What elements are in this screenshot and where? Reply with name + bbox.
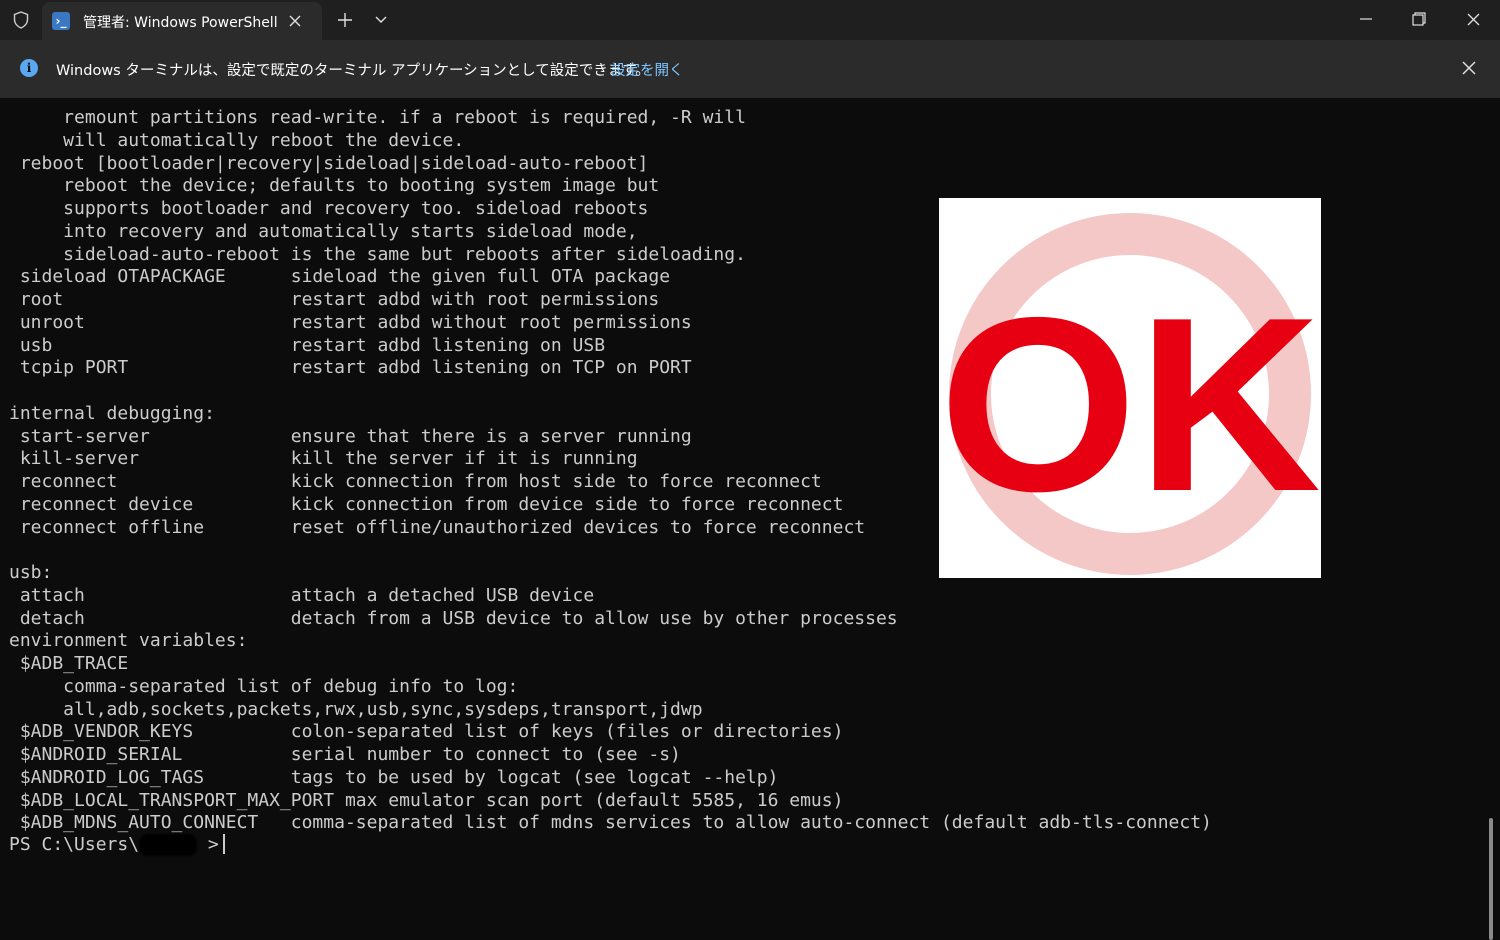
ok-stamp-image: OK xyxy=(939,198,1321,578)
restore-button[interactable] xyxy=(1404,6,1434,32)
terminal-line: comma-separated list of debug info to lo… xyxy=(9,675,519,697)
powershell-icon: ›_ xyxy=(52,12,70,30)
chevron-down-icon xyxy=(375,16,387,23)
terminal-line: attach attach a detached USB device xyxy=(9,584,595,606)
minimize-icon xyxy=(1360,18,1372,20)
default-terminal-infobar: i Windows ターミナルは、設定で既定のターミナル アプリケーションとして… xyxy=(0,40,1500,98)
text-cursor xyxy=(222,834,225,854)
close-window-button[interactable] xyxy=(1458,6,1488,32)
terminal-line: reboot the device; defaults to booting s… xyxy=(9,175,660,197)
tab-powershell[interactable]: ›_ 管理者: Windows PowerShell xyxy=(42,2,322,40)
close-icon xyxy=(1467,13,1479,25)
tab-title: 管理者: Windows PowerShell xyxy=(83,15,278,31)
open-settings-link[interactable]: 設定を開く xyxy=(611,59,684,80)
terminal-line: all,adb,sockets,packets,rwx,usb,sync,sys… xyxy=(9,698,703,720)
minimize-button[interactable] xyxy=(1351,6,1381,32)
terminal-line: $ANDROID_LOG_TAGS tags to be used by log… xyxy=(9,766,779,788)
terminal-line: reboot [bootloader|recovery|sideload|sid… xyxy=(9,152,649,174)
title-bar: ›_ 管理者: Windows PowerShell xyxy=(0,0,1500,40)
terminal-line: detach detach from a USB device to allow… xyxy=(9,607,898,629)
terminal-line: $ADB_LOCAL_TRANSPORT_MAX_PORT max emulat… xyxy=(9,789,844,811)
redacted-username xyxy=(139,834,198,856)
plus-icon xyxy=(338,13,352,27)
prompt-line[interactable]: PS C:\Users\ > xyxy=(9,834,225,856)
scrollbar[interactable] xyxy=(1489,818,1493,940)
terminal-line: remount partitions read-write. if a rebo… xyxy=(9,107,746,128)
infobar-close-icon[interactable] xyxy=(1457,56,1481,80)
tab-close-icon[interactable] xyxy=(285,11,305,31)
info-icon: i xyxy=(20,59,38,77)
new-tab-button[interactable] xyxy=(333,8,357,32)
terminal-line: $ADB_TRACE xyxy=(9,653,129,674)
infobar-message: Windows ターミナルは、設定で既定のターミナル アプリケーションとして設定… xyxy=(56,63,650,79)
tab-dropdown-button[interactable] xyxy=(369,8,393,32)
prompt-suffix: > xyxy=(197,834,219,855)
terminal-line: environment variables: xyxy=(9,630,248,652)
ok-text: OK xyxy=(939,265,1321,543)
terminal-line: $ADB_MDNS_AUTO_CONNECT comma-separated l… xyxy=(9,812,1212,834)
terminal-line: will automatically reboot the device. xyxy=(9,129,465,151)
terminal-line: $ANDROID_SERIAL serial number to connect… xyxy=(9,744,681,765)
terminal-line: $ADB_VENDOR_KEYS colon-separated list of… xyxy=(9,721,844,743)
restore-icon xyxy=(1412,12,1426,26)
admin-shield-icon xyxy=(8,6,34,34)
prompt-prefix: PS C:\Users\ xyxy=(9,834,140,855)
